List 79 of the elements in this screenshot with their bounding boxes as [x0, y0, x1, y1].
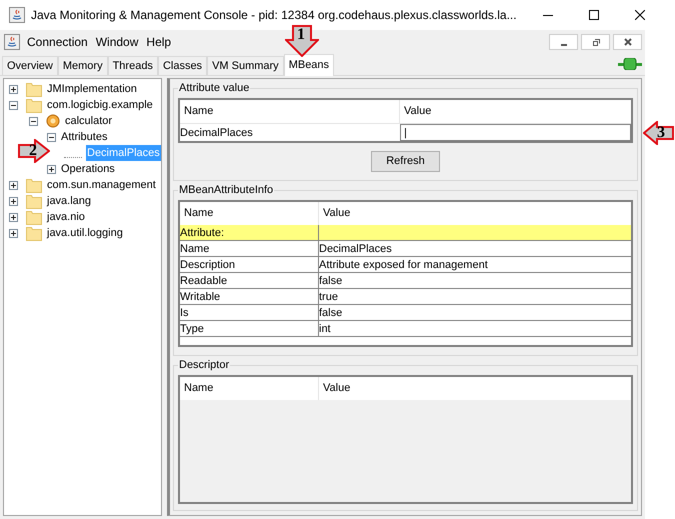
table-cell: Name: [180, 241, 319, 256]
menu-item[interactable]: Window: [94, 32, 140, 50]
table-cell: Type: [180, 321, 319, 336]
minimize-icon: [560, 44, 568, 46]
expand-icon[interactable]: [9, 196, 18, 206]
table-row[interactable]: Writable true: [180, 289, 631, 305]
expand-icon[interactable]: [9, 212, 18, 222]
maximize-icon: [589, 10, 599, 20]
tree-item[interactable]: java.lang: [46, 193, 92, 209]
collapse-icon[interactable]: [9, 100, 18, 110]
column-header[interactable]: Value: [319, 202, 631, 225]
value-input-field[interactable]: |: [400, 124, 631, 141]
tree-item[interactable]: com.sun.management: [46, 177, 157, 193]
tab[interactable]: VM Summary: [207, 56, 284, 75]
column-header[interactable]: Name: [180, 100, 400, 123]
restore-icon: [592, 38, 600, 46]
tree-item[interactable]: Attributes: [60, 129, 108, 145]
inner-restore-button[interactable]: [581, 34, 610, 50]
menu-item[interactable]: Connection: [26, 32, 89, 50]
folder-icon: [26, 194, 42, 208]
folder-icon: [26, 82, 42, 96]
folder-icon: [26, 178, 42, 192]
tab[interactable]: Classes: [158, 56, 208, 75]
close-icon: [635, 10, 645, 20]
folder-icon: [26, 210, 42, 224]
table-cell: Writable: [180, 289, 319, 304]
tree-item[interactable]: java.util.logging: [46, 225, 124, 241]
tab[interactable]: Threads: [108, 56, 158, 75]
refresh-button[interactable]: Refresh: [371, 151, 440, 172]
tree-item[interactable]: java.nio: [46, 209, 86, 225]
collapse-icon[interactable]: [47, 132, 56, 142]
table-cell-text: false: [319, 274, 344, 288]
group-title: Descriptor: [178, 358, 230, 372]
table-row[interactable]: Readable false: [180, 273, 631, 289]
table-row[interactable]: Attribute:: [180, 225, 631, 241]
collapse-icon[interactable]: [29, 116, 38, 126]
close-icon: [624, 38, 632, 46]
tree-item[interactable]: calculator: [64, 113, 114, 129]
table-row[interactable]: Type int: [180, 321, 631, 337]
table-cell: Attribute:: [180, 225, 319, 240]
folder-icon: [26, 226, 42, 240]
tab[interactable]: Memory: [58, 56, 108, 75]
tab[interactable]: MBeans: [284, 54, 334, 76]
column-header[interactable]: Name: [180, 377, 319, 400]
expand-icon[interactable]: [9, 228, 18, 238]
menu-item[interactable]: Help: [145, 32, 172, 50]
callout-number: 3: [657, 125, 665, 141]
minimize-icon: [543, 14, 553, 16]
column-header[interactable]: Value: [319, 377, 631, 400]
tree-item[interactable]: Operations: [60, 161, 116, 177]
folder-icon: [26, 98, 42, 112]
table-row[interactable]: Is false: [180, 305, 631, 321]
tree-item[interactable]: JMImplementation: [46, 81, 138, 97]
table-cell-text: Attribute exposed for management: [319, 258, 489, 272]
inner-minimize-button[interactable]: [549, 34, 578, 50]
java-icon: [4, 34, 20, 50]
expand-icon[interactable]: [9, 180, 18, 190]
tab[interactable]: Overview: [2, 56, 58, 75]
callout-number: 2: [29, 143, 37, 159]
expand-icon[interactable]: [47, 164, 56, 174]
inner-close-button[interactable]: [613, 34, 642, 50]
window-title: Java Monitoring & Management Console - pid: 12384 org.codehaus.plexus.classworlds.la...: [31, 7, 517, 24]
app-icon: [9, 7, 25, 23]
column-header[interactable]: Value: [400, 100, 631, 123]
callout-number: 1: [297, 27, 305, 43]
table-cell-text: true: [319, 290, 339, 304]
table-cell-text: int: [319, 322, 332, 336]
table-row[interactable]: Name DecimalPlaces: [180, 241, 631, 257]
table-cell: Is: [180, 305, 319, 320]
table-cell: Readable: [180, 273, 319, 288]
table-cell-text: DecimalPlaces: [180, 126, 254, 141]
connection-plug-icon: [618, 58, 642, 70]
table-cell-text: DecimalPlaces: [319, 242, 393, 256]
expand-icon[interactable]: [9, 84, 18, 94]
table-cell: Description: [180, 257, 319, 272]
bean-icon: [46, 114, 60, 128]
tree-item[interactable]: com.logicbig.example: [46, 97, 154, 113]
table-cell-text: false: [319, 306, 344, 320]
table-row[interactable]: Description Attribute exposed for management: [180, 257, 631, 273]
